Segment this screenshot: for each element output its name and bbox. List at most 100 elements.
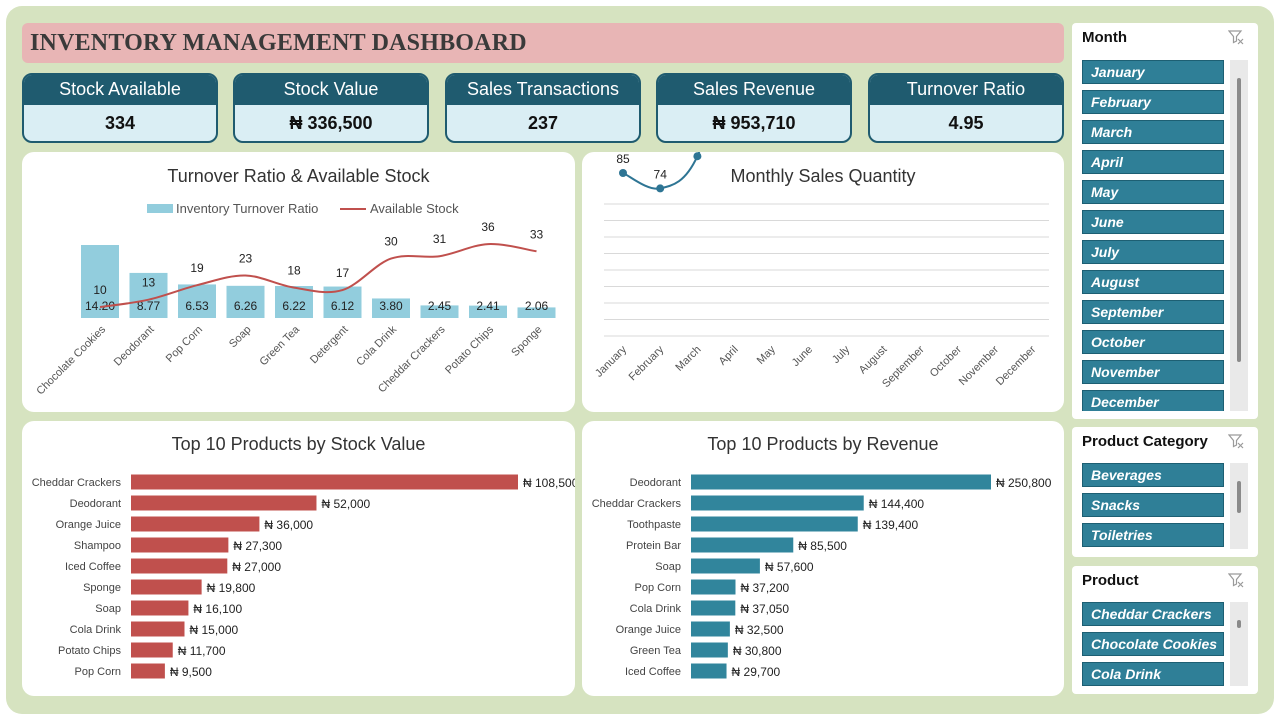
slicer-item-december[interactable]: December [1082,390,1224,411]
kpi-value: ₦ 953,710 [712,113,796,133]
scrollbar-thumb[interactable] [1237,78,1241,362]
clear-filter-icon[interactable] [1228,572,1244,588]
bar [691,621,730,637]
bar-value-label: ₦ 30,800 [733,644,782,658]
x-tick-label: Pop Corn [164,324,205,365]
x-tick-label: Sponge [509,324,544,359]
bar [131,579,202,595]
slicer-item-toiletries[interactable]: Toiletries [1082,523,1224,547]
kpi-label: Sales Revenue [658,75,850,105]
month-slicer: Month January February March April May J… [1072,23,1258,419]
slicer-item-beverages[interactable]: Beverages [1082,463,1224,487]
bar [691,600,736,616]
kpi-value: 4.95 [948,113,984,133]
slicer-item-november[interactable]: November [1082,360,1224,384]
slicer-item-july[interactable]: July [1082,240,1224,264]
revenue-chart: Deodorant ₦ 250,800 Cheddar Crackers ₦ 144,… [592,474,1052,679]
kpi-value: ₦ 336,500 [289,113,373,133]
x-tick-label: March [673,344,703,374]
slicer-item-february[interactable]: February [1082,90,1224,114]
slicer-title: Product Category [1082,433,1208,450]
bar-value-label: ₦ 37,050 [740,602,789,616]
scrollbar-thumb[interactable] [1237,620,1241,628]
x-tick-label: May [755,343,779,367]
kpi-label: Stock Available [24,75,216,105]
bar-value-label: 2.06 [525,299,549,313]
slicer-scrollbar[interactable] [1230,60,1248,411]
x-tick-label: July [830,343,853,366]
slicer-item-snacks[interactable]: Snacks [1082,493,1224,517]
bar [131,663,165,679]
dashboard-title: INVENTORY MANAGEMENT DASHBOARD [30,30,527,56]
kpi-value: 334 [104,113,136,133]
x-tick-label: Detergent [308,324,351,367]
slicer-item-cheddar-crackers[interactable]: Cheddar Crackers [1082,602,1224,626]
y-tick-label: Soap [655,561,681,573]
slicer-scrollbar[interactable] [1230,602,1248,686]
slicer-items: January February March April May June Ju… [1082,60,1224,411]
line-value-label: 18 [287,264,301,278]
line-value-label: 33 [530,227,544,241]
stock-value-panel: Top 10 Products by Stock Value Cheddar C… [22,421,575,696]
slicer-items: Cheddar Crackers Chocolate Cookies Cola … [1082,602,1224,686]
slicer-item-may[interactable]: May [1082,180,1224,204]
scrollbar-thumb[interactable] [1237,481,1241,513]
kpi-label: Stock Value [235,75,427,105]
slicer-item-cola-drink[interactable]: Cola Drink [1082,662,1224,686]
slicer-item-chocolate-cookies[interactable]: Chocolate Cookies [1082,632,1224,656]
legend-swatch-turnover [147,204,173,213]
slicer-item-august[interactable]: August [1082,270,1224,294]
turnover-chart-panel: Turnover Ratio & Available Stock Invento… [22,152,575,412]
clear-filter-icon[interactable] [1228,433,1244,449]
clear-filter-icon[interactable] [1228,29,1244,45]
monthly-sales-panel: Monthly Sales Quantity January February Ma… [582,152,1064,412]
product-category-slicer: Product Category Beverages Snacks Toilet… [1072,427,1258,557]
y-tick-label: Deodorant [70,498,121,510]
monthly-sales-chart: JanuaryFebruary March April May June July Augu… [593,152,1049,390]
bar-value-label: ₦ 19,800 [207,581,256,595]
line-value-label: 31 [433,232,447,246]
bar-value-label: 6.53 [185,299,209,313]
x-tick-label: June [790,344,815,369]
bar-value-label: ₦ 32,500 [735,623,784,637]
slicer-item-january[interactable]: January [1082,60,1224,84]
bar [131,537,229,553]
turnover-stock-chart: Inventory Turnover Ratio Available Stock 1… [34,201,556,397]
y-tick-label: Cola Drink [70,624,122,636]
bar-value-label: 2.45 [428,299,452,313]
slicer-items: Beverages Snacks Toiletries [1082,463,1224,549]
revenue-panel: Top 10 Products by Revenue Deodorant ₦ 25… [582,421,1064,696]
line-value-label: 23 [239,252,253,266]
slicer-item-june[interactable]: June [1082,210,1224,234]
line-value-label: 17 [336,266,350,280]
slicer-item-september[interactable]: September [1082,300,1224,324]
kpi-turnover-ratio: Turnover Ratio 4.95 [868,73,1064,143]
bar-value-label: ₦ 85,500 [798,539,847,553]
kpi-value: 237 [527,113,559,133]
slicer-item-april[interactable]: April [1082,150,1224,174]
slicer-item-march[interactable]: March [1082,120,1224,144]
y-tick-label: Shampoo [74,540,121,552]
bar-value-label: ₦ 15,000 [190,623,239,637]
bar-value-label: ₦ 108,500 [523,476,575,490]
x-tick-label: January [593,343,630,380]
bar [691,579,736,595]
y-tick-label: Cheddar Crackers [592,498,682,510]
x-tick-label: April [717,344,741,368]
bar [131,495,317,511]
x-tick-label: October [928,343,964,379]
x-tick-label: August [857,344,890,377]
y-tick-label: Sponge [83,582,121,594]
legend-label-turnover: Inventory Turnover Ratio [176,201,318,216]
bar [691,474,991,490]
slicer-item-october[interactable]: October [1082,330,1224,354]
bar [131,558,228,574]
y-tick-label: Potato Chips [58,645,121,657]
bar-value-label: ₦ 52,000 [321,497,370,511]
kpi-sales-transactions: Sales Transactions 237 [445,73,641,143]
bar-value-label: 6.12 [331,299,355,313]
bar-value-label: ₦ 57,600 [765,560,814,574]
bar-value-label: 2.41 [476,299,500,313]
y-tick-label: Deodorant [630,477,681,489]
slicer-scrollbar[interactable] [1230,463,1248,549]
